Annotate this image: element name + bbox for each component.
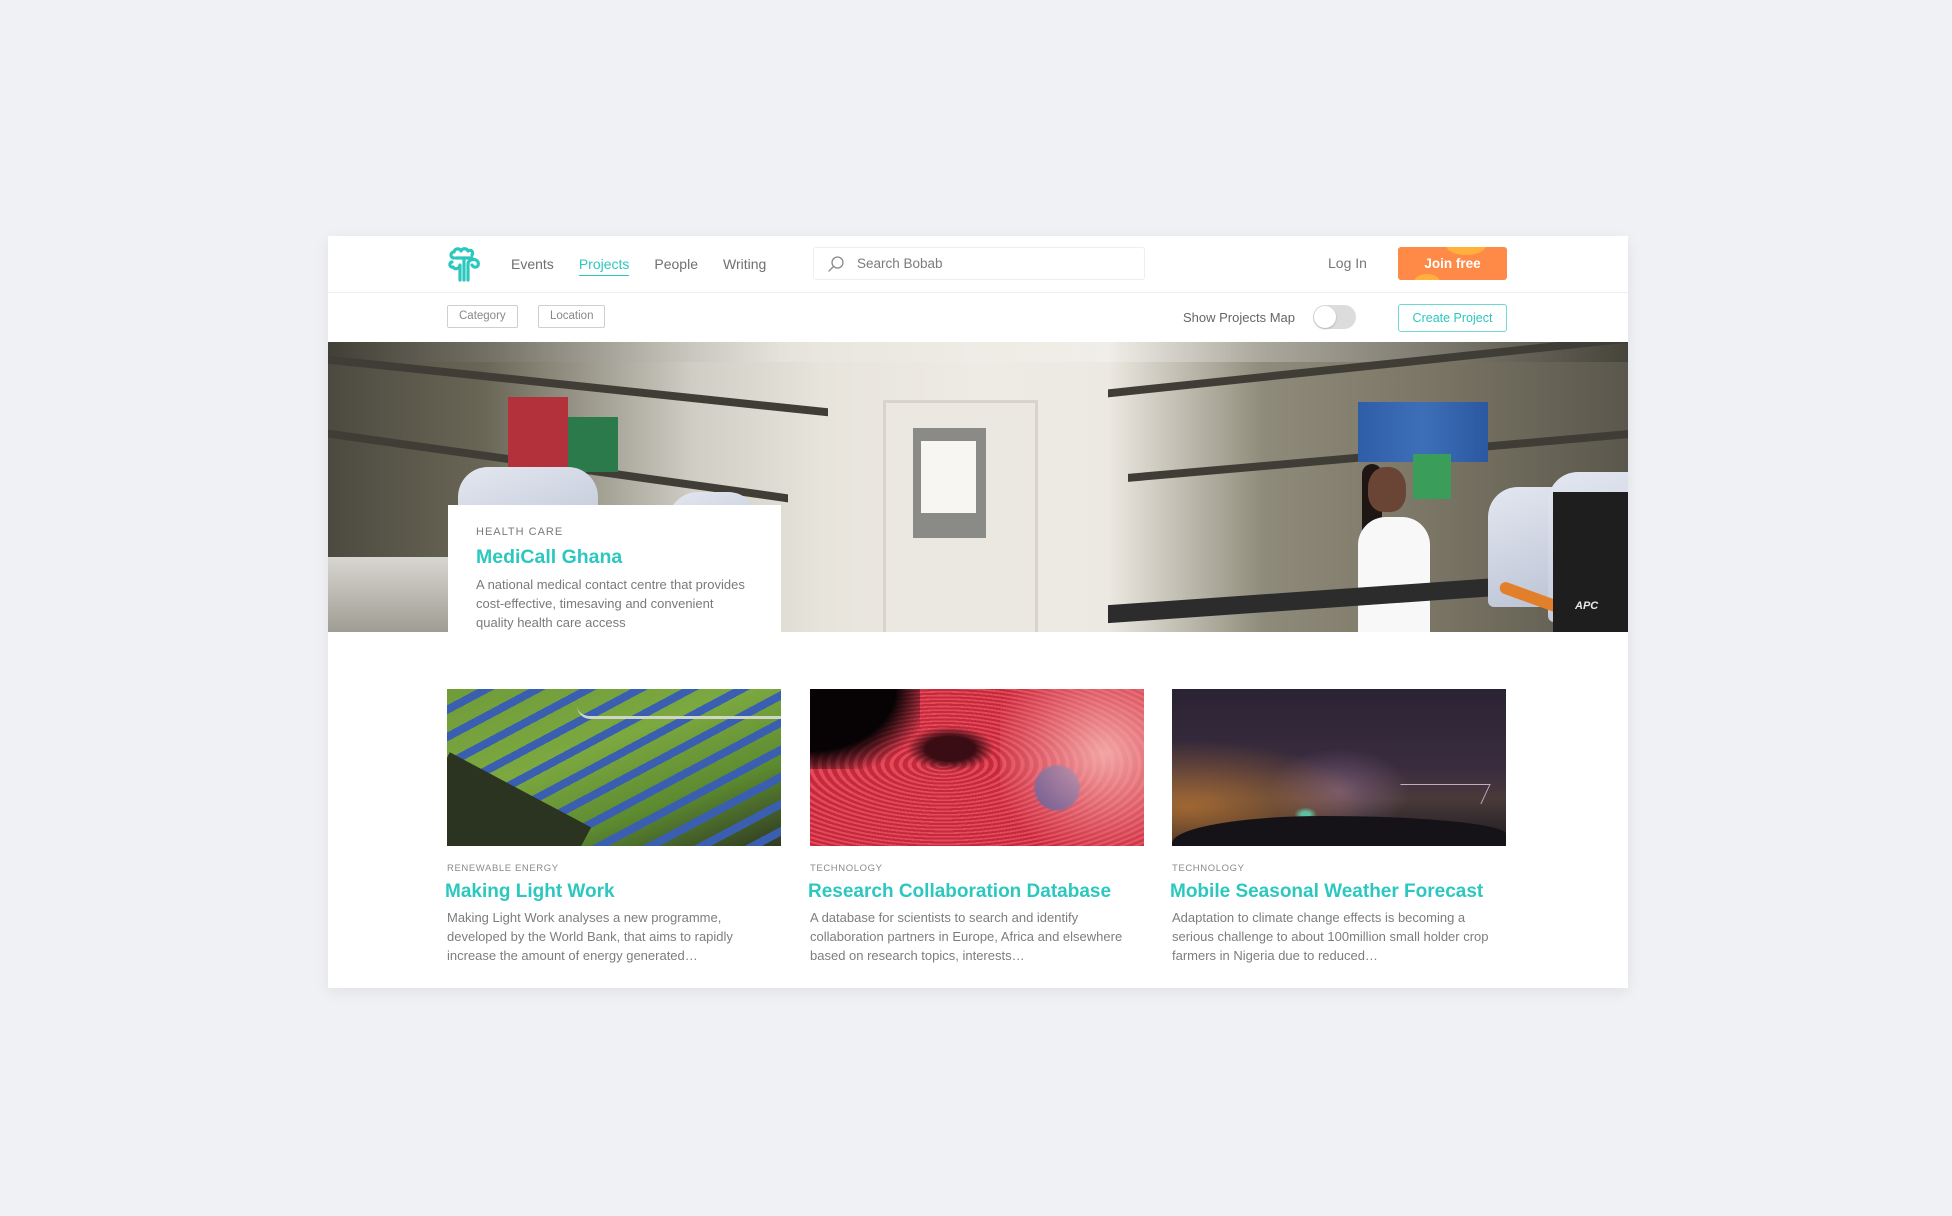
main-nav: Events Projects People Writing bbox=[511, 256, 791, 276]
project-card[interactable]: TECHNOLOGY Research Collaboration Databa… bbox=[808, 689, 1144, 965]
featured-description: A national medical contact centre that p… bbox=[476, 577, 745, 630]
image-detail bbox=[810, 689, 920, 769]
projects-map-toggle[interactable] bbox=[1313, 305, 1356, 329]
solar-farm-image[interactable] bbox=[447, 689, 781, 846]
hero-photo-shelf bbox=[328, 355, 828, 417]
ups-label: APC bbox=[1575, 600, 1599, 612]
hero-photo-boxes bbox=[568, 417, 618, 472]
create-project-button[interactable]: Create Project bbox=[1398, 304, 1507, 332]
red-fluid-art-image[interactable] bbox=[810, 689, 1144, 846]
hero-photo-scientist-head bbox=[1368, 467, 1406, 512]
project-description: A database for scientists to search and … bbox=[810, 910, 1123, 963]
category-filter[interactable]: Category bbox=[447, 305, 518, 328]
page-container: Events Projects People Writing Log In Jo… bbox=[328, 236, 1628, 988]
project-list: RENEWABLE ENERGY Making Light Work Makin… bbox=[445, 689, 1509, 989]
filter-bar: Category Location Show Projects Map Crea… bbox=[328, 293, 1628, 342]
project-card[interactable]: RENEWABLE ENERGY Making Light Work Makin… bbox=[445, 689, 781, 965]
hero-photo-door-poster bbox=[921, 441, 976, 513]
image-detail bbox=[1000, 689, 1144, 846]
project-description: Adaptation to climate change effects is … bbox=[1172, 910, 1489, 963]
hero-photo-bench bbox=[328, 557, 448, 632]
location-filter[interactable]: Location bbox=[538, 305, 606, 328]
project-category: RENEWABLE ENERGY bbox=[447, 863, 559, 874]
project-title[interactable]: Making Light Work bbox=[445, 881, 781, 903]
image-detail bbox=[447, 752, 592, 846]
featured-project-card[interactable]: HEALTH CARE MediCall Ghana A national me… bbox=[448, 505, 781, 632]
top-navigation-bar: Events Projects People Writing Log In Jo… bbox=[328, 236, 1628, 293]
project-card[interactable]: TECHNOLOGY Mobile Seasonal Weather Forec… bbox=[1170, 689, 1506, 965]
hero-photo-scientist-coat bbox=[1358, 517, 1430, 632]
nav-events[interactable]: Events bbox=[511, 256, 554, 276]
project-category: TECHNOLOGY bbox=[1172, 863, 1245, 874]
hero-photo-boxes bbox=[1358, 402, 1488, 462]
decorative-blob bbox=[1446, 247, 1486, 255]
featured-category: HEALTH CARE bbox=[476, 526, 564, 538]
featured-project-hero[interactable]: APC HEALTH CARE MediCall Ghana A nationa… bbox=[328, 342, 1628, 632]
nav-projects[interactable]: Projects bbox=[578, 256, 630, 276]
nav-writing[interactable]: Writing bbox=[723, 256, 766, 276]
search-icon bbox=[828, 255, 844, 272]
project-category: TECHNOLOGY bbox=[810, 863, 883, 874]
join-free-button[interactable]: Join free bbox=[1398, 247, 1507, 280]
image-detail bbox=[577, 689, 781, 719]
search-box[interactable] bbox=[813, 247, 1145, 280]
image-detail bbox=[1391, 784, 1491, 804]
decorative-blob bbox=[1414, 274, 1440, 280]
featured-title[interactable]: MediCall Ghana bbox=[476, 546, 753, 569]
hero-photo-door bbox=[883, 400, 1038, 632]
join-free-label: Join free bbox=[1424, 256, 1481, 271]
bobab-logo-icon[interactable] bbox=[447, 246, 485, 282]
night-storm-image[interactable] bbox=[1172, 689, 1506, 846]
hero-photo-ups-unit: APC bbox=[1553, 492, 1628, 632]
nav-people[interactable]: People bbox=[654, 256, 698, 276]
hero-photo-boxes bbox=[508, 397, 568, 472]
image-detail bbox=[1172, 816, 1506, 846]
project-description: Making Light Work analyses a new program… bbox=[447, 910, 733, 963]
show-projects-map-label: Show Projects Map bbox=[1183, 310, 1295, 325]
search-input[interactable] bbox=[857, 256, 1117, 271]
project-title[interactable]: Mobile Seasonal Weather Forecast bbox=[1170, 881, 1506, 903]
project-title[interactable]: Research Collaboration Database bbox=[808, 881, 1144, 903]
hero-photo-poster bbox=[1413, 454, 1451, 499]
log-in-link[interactable]: Log In bbox=[1328, 255, 1367, 271]
toggle-knob bbox=[1314, 306, 1336, 328]
